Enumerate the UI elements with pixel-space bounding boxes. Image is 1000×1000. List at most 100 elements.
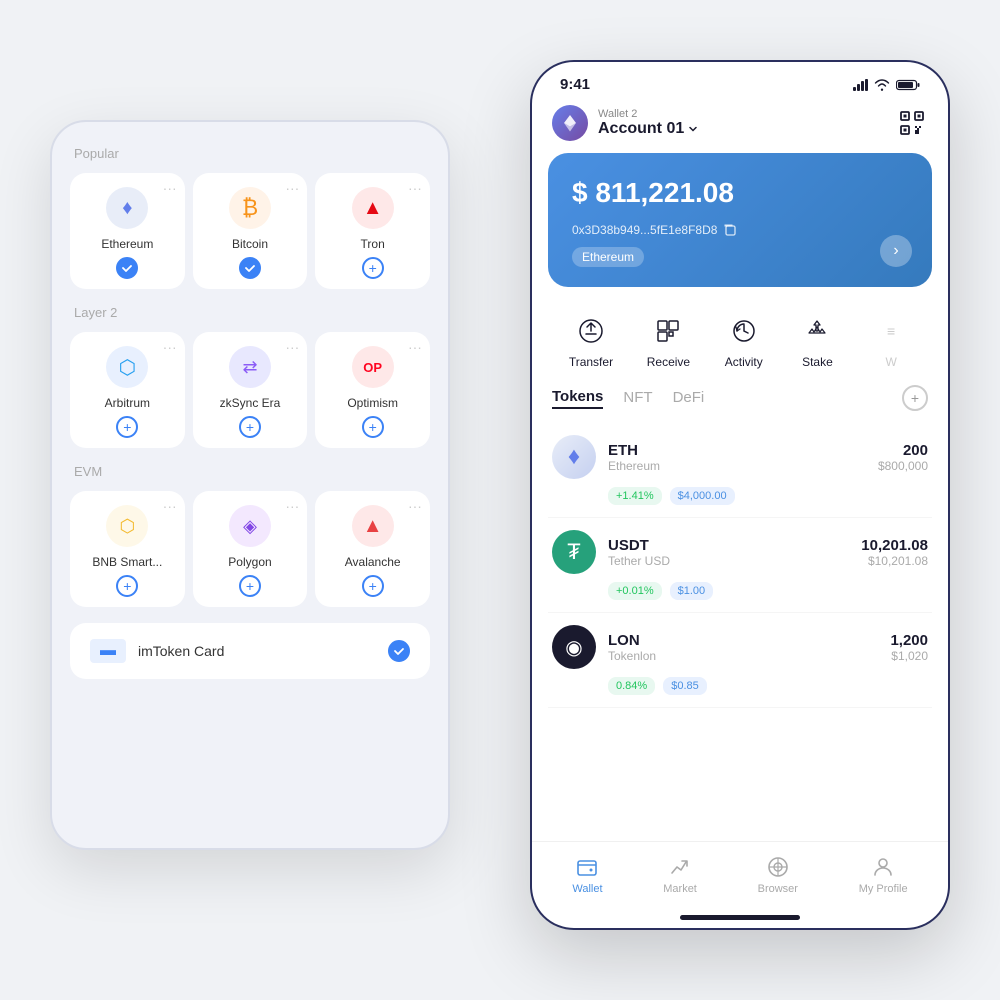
stake-icon [797,311,837,351]
transfer-label: Transfer [569,355,613,369]
token-tabs: Tokens NFT DeFi + [532,381,948,423]
usdt-price-badge: $1.00 [670,582,714,600]
arb-dots[interactable]: ··· [163,340,177,354]
balance-address: 0x3D38b949...5fE1e8F8D8 [572,223,908,237]
header-left: Wallet 2 Account 01 [552,105,698,141]
receive-icon [648,311,688,351]
bitcoin-card[interactable]: ··· ₿ Bitcoin [193,173,308,289]
eth-token-row[interactable]: ♦ ETH Ethereum 200 $800,000 +1.41% $4,00… [548,423,932,518]
lon-token-right: 1,200 $1,020 [890,632,928,663]
eth-dots[interactable]: ··· [163,181,177,195]
popular-title: Popular [74,146,430,161]
avalanche-card[interactable]: ··· ▲ Avalanche + [315,491,430,607]
bnb-dots[interactable]: ··· [163,499,177,513]
lon-token-logo: ◉ [552,625,596,669]
activity-button[interactable]: Activity [724,311,764,369]
ethereum-card[interactable]: ··· ♦ Ethereum [70,173,185,289]
eth-token-top: ♦ ETH Ethereum 200 $800,000 [552,435,928,479]
polygon-card[interactable]: ··· ◈ Polygon + [193,491,308,607]
evm-title: EVM [74,464,430,479]
header-info: Wallet 2 Account 01 [598,108,698,138]
tab-nft[interactable]: NFT [623,389,652,408]
imtoken-card[interactable]: ▬ imToken Card [70,623,430,679]
account-name[interactable]: Account 01 [598,120,698,138]
balance-card: $ 811,221.08 0x3D38b949...5fE1e8F8D8 Eth… [548,153,932,287]
chevron-down-icon [688,124,698,134]
poly-dots[interactable]: ··· [285,499,299,513]
eth-value: $800,000 [878,459,928,473]
eth-icon: ♦ [106,187,148,229]
add-token-button[interactable]: + [902,385,928,411]
profile-nav-icon [870,854,896,880]
arbitrum-card[interactable]: ··· ⬡ Arbitrum + [70,332,185,448]
layer2-section: Layer 2 ··· ⬡ Arbitrum + ··· ⇄ zkSync Er… [70,305,430,448]
eth-token-left: ♦ ETH Ethereum [552,435,660,479]
tron-card[interactable]: ··· ▲ Tron + [315,173,430,289]
zk-icon: ⇄ [229,346,271,388]
balance-arrow-button[interactable]: › [880,235,912,267]
wifi-icon [874,79,890,91]
nav-market[interactable]: Market [663,854,697,895]
optimism-card[interactable]: ··· OP Optimism + [315,332,430,448]
bnb-plus[interactable]: + [116,575,138,597]
imtoken-label: imToken Card [138,643,224,659]
nav-wallet[interactable]: Wallet [572,854,602,895]
avax-icon: ▲ [352,505,394,547]
scan-button[interactable] [896,107,928,139]
btc-check[interactable] [239,257,261,279]
wallet-nav-label: Wallet [572,883,602,895]
chain-badge[interactable]: Ethereum [572,247,644,267]
imtoken-check[interactable] [388,640,410,662]
balance-amount: $ 811,221.08 [572,177,908,209]
lon-name-wrap: LON Tokenlon [608,632,656,663]
usdt-token-right: 10,201.08 $10,201.08 [861,537,928,568]
wallet-label: Wallet 2 [598,108,698,120]
nav-profile[interactable]: My Profile [859,854,908,895]
avax-plus[interactable]: + [362,575,384,597]
trx-name: Tron [361,237,385,251]
action-bar: Transfer Receive [532,303,948,381]
op-plus[interactable]: + [362,416,384,438]
trx-dots[interactable]: ··· [408,181,422,195]
eth-change-badge: +1.41% [608,487,662,505]
copy-icon[interactable] [723,223,737,237]
more-button[interactable]: ≡ W [871,311,911,369]
card-icon: ▬ [90,639,126,663]
bnb-icon: ⬡ [106,505,148,547]
bottom-nav: Wallet Market [532,841,948,915]
zksync-card[interactable]: ··· ⇄ zkSync Era + [193,332,308,448]
browser-nav-label: Browser [758,883,798,895]
btc-dots[interactable]: ··· [285,181,299,195]
tab-defi[interactable]: DeFi [673,389,705,408]
lon-amount: 1,200 [890,632,928,649]
nav-browser[interactable]: Browser [758,854,798,895]
tab-tokens[interactable]: Tokens [552,388,603,409]
profile-nav-label: My Profile [859,883,908,895]
market-nav-icon [667,854,693,880]
layer2-grid: ··· ⬡ Arbitrum + ··· ⇄ zkSync Era + ··· … [70,332,430,448]
status-bar: 9:41 [532,62,948,101]
op-name: Optimism [347,396,398,410]
activity-label: Activity [725,355,763,369]
usdt-token-top: ₮ USDT Tether USD 10,201.08 $10,201.08 [552,530,928,574]
usdt-change-badge: +0.01% [608,582,662,600]
imtoken-card-left: ▬ imToken Card [90,639,224,663]
bnb-card[interactable]: ··· ⬡ BNB Smart... + [70,491,185,607]
arb-plus[interactable]: + [116,416,138,438]
lon-token-row[interactable]: ◉ LON Tokenlon 1,200 $1,020 0.84% $0.85 [548,613,932,708]
transfer-button[interactable]: Transfer [569,311,613,369]
status-time: 9:41 [560,76,590,93]
receive-label: Receive [647,355,690,369]
receive-button[interactable]: Receive [647,311,690,369]
trx-plus[interactable]: + [362,257,384,279]
usdt-token-left: ₮ USDT Tether USD [552,530,670,574]
stake-button[interactable]: Stake [797,311,837,369]
zk-dots[interactable]: ··· [285,340,299,354]
op-dots[interactable]: ··· [408,340,422,354]
poly-plus[interactable]: + [239,575,261,597]
usdt-token-row[interactable]: ₮ USDT Tether USD 10,201.08 $10,201.08 +… [548,518,932,613]
lon-token-top: ◉ LON Tokenlon 1,200 $1,020 [552,625,928,669]
zk-plus[interactable]: + [239,416,261,438]
avax-dots[interactable]: ··· [408,499,422,513]
eth-check[interactable] [116,257,138,279]
